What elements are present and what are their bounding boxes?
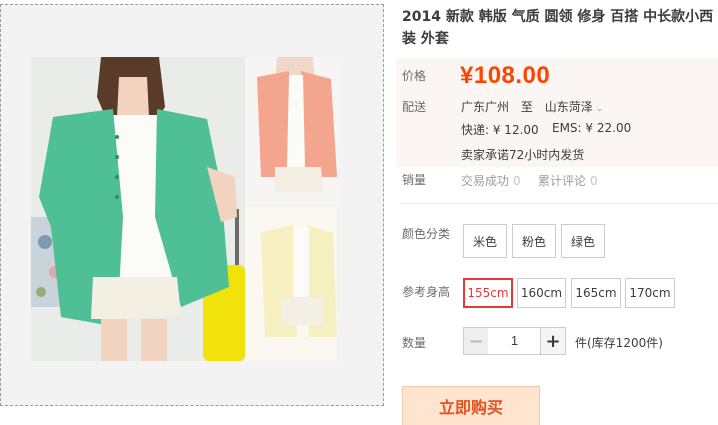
shipping-label: 配送 (402, 100, 427, 114)
product-gallery (0, 4, 384, 406)
price-value: ¥108.00 (460, 62, 551, 89)
product-photo-illustration (31, 57, 337, 361)
quantity-input[interactable]: 1 (488, 327, 541, 355)
sales-label: 销量 (402, 173, 427, 187)
height-option-170cm[interactable]: 170cm (625, 278, 675, 308)
product-title: 2014 新款 韩版 气质 圆领 修身 百搭 中长款小西装 外套 (402, 9, 714, 47)
height-label: 参考身高 (402, 285, 451, 299)
deals-stat: 交易成功 0 (461, 172, 521, 189)
quantity-label: 数量 (402, 336, 427, 350)
shipping-to-word: 至 (520, 100, 533, 114)
height-option-155cm[interactable]: 155cm (463, 278, 513, 308)
shipping-destination-text: 山东菏泽 (544, 100, 593, 114)
shipping-express-fee: 快递: ¥ 12.00 (461, 123, 539, 137)
height-option-165cm[interactable]: 165cm (571, 278, 621, 308)
deals-count: 0 (513, 174, 521, 188)
chevron-down-icon: ⌄ (595, 104, 604, 114)
stock-info: 件(库存1200件) (575, 336, 663, 350)
shipping-destination[interactable]: 山东菏泽 ⌄ (545, 100, 604, 114)
color-option-beige[interactable]: 米色 (463, 224, 507, 258)
deals-label: 交易成功 (461, 174, 510, 188)
sales-divider (400, 203, 718, 204)
quantity-decrease-button[interactable]: − (463, 327, 489, 355)
shipping-origin: 广东广州 (461, 100, 510, 114)
reviews-stat[interactable]: 累计评论 0 (538, 172, 598, 189)
shipping-promise: 卖家承诺72小时内发货 (461, 148, 585, 162)
reviews-count: 0 (590, 174, 598, 188)
color-option-pink[interactable]: 粉色 (512, 224, 556, 258)
shipping-ems-fee: EMS: ¥ 22.00 (552, 121, 632, 135)
color-label: 颜色分类 (402, 227, 451, 241)
color-option-green[interactable]: 绿色 (561, 224, 605, 258)
reviews-label: 累计评论 (538, 174, 587, 188)
price-label: 价格 (402, 69, 427, 83)
height-option-160cm[interactable]: 160cm (517, 278, 566, 308)
buy-now-button[interactable]: 立即购买 (402, 386, 540, 425)
product-photo[interactable] (31, 57, 337, 361)
shipping-route: 广东广州 至 山东菏泽 ⌄ (461, 98, 603, 115)
quantity-increase-button[interactable]: + (540, 327, 566, 355)
